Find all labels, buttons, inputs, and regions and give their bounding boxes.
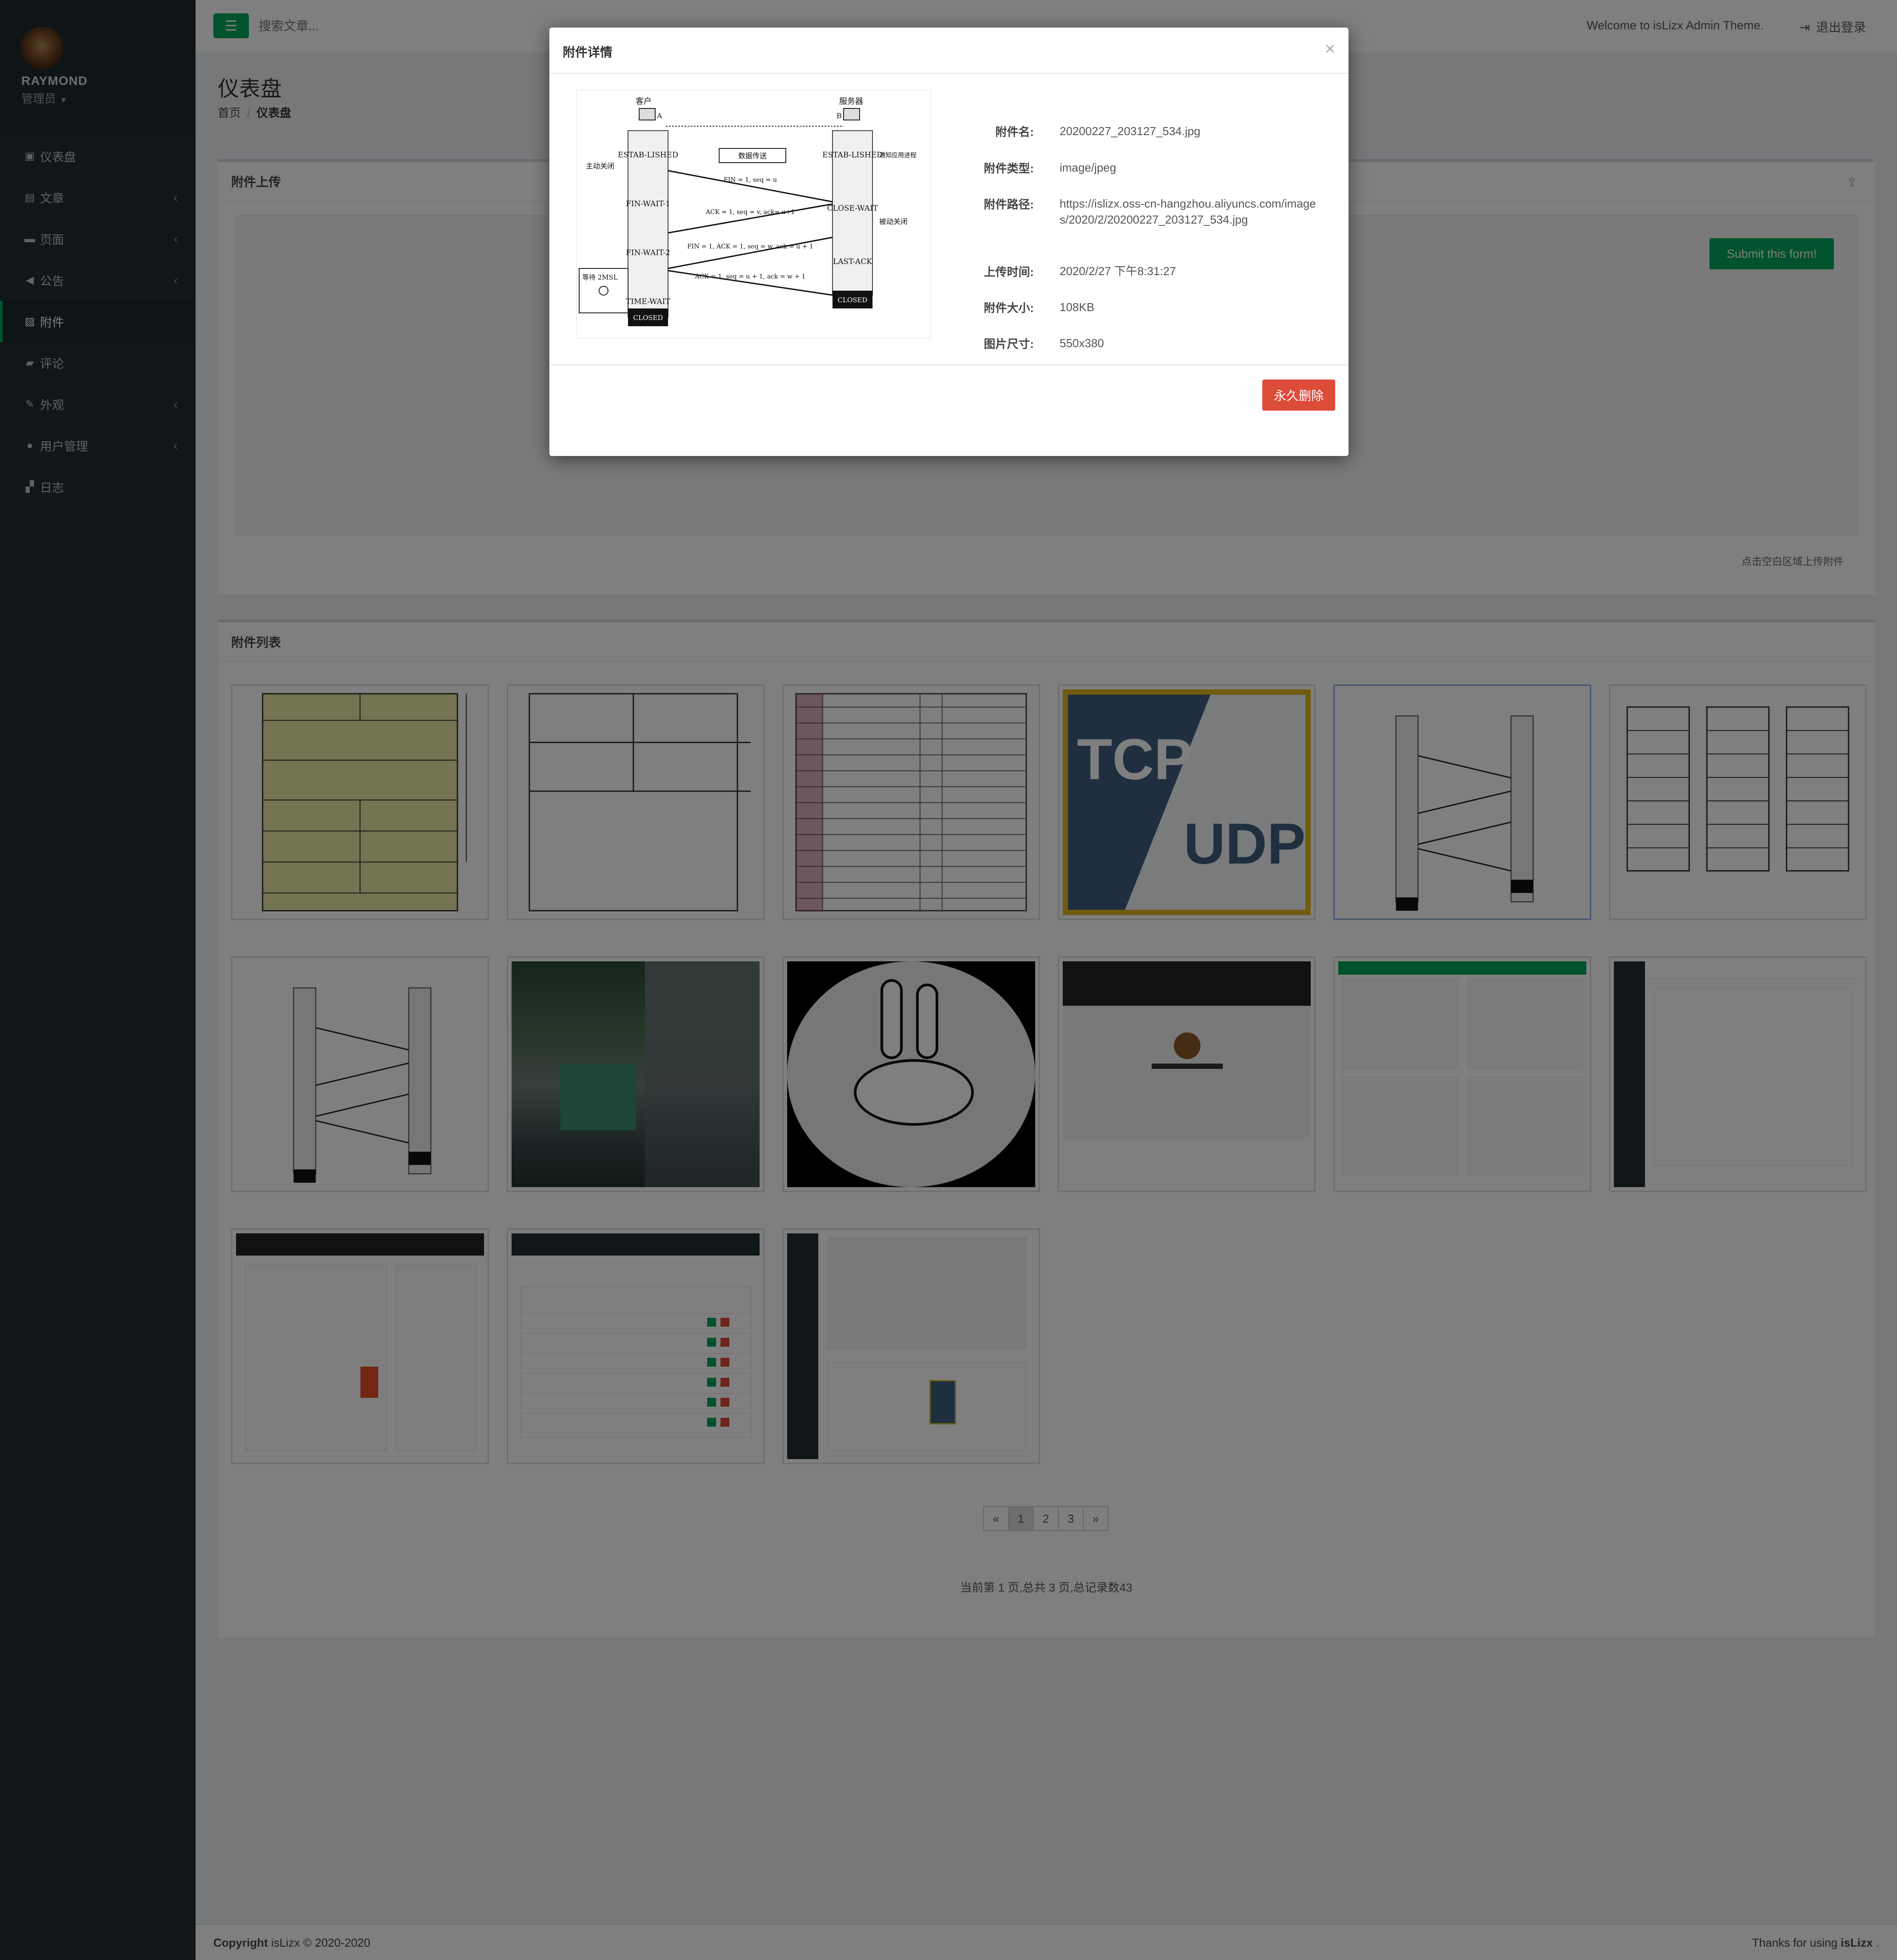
passive-close-label: 被动关闭	[879, 217, 908, 226]
message-arrow	[668, 170, 833, 203]
detail-row: 上传时间: 2020/2/27 下午8:31:27	[976, 263, 1322, 280]
server-closed-label: CLOSED	[838, 296, 868, 304]
modal-footer: 永久删除	[549, 364, 1349, 456]
detail-value: 108KB	[1060, 300, 1095, 314]
modal-header: 附件详情 ×	[549, 28, 1349, 74]
server-state: ESTAB-LISHED	[822, 151, 883, 160]
message-label: FIN = 1, ACK = 1, seq = w, ack = u + 1	[687, 243, 813, 250]
label-b: B	[836, 112, 842, 120]
server-label: 服务器	[839, 97, 863, 106]
client-computer-icon	[639, 108, 656, 120]
detail-label: 附件大小:	[984, 301, 1034, 315]
detail-row: 附件大小: 108KB	[976, 299, 1322, 316]
client-state: ESTAB-LISHED	[618, 151, 678, 160]
attachment-detail-modal: 附件详情 × 客户 服务器 A B ESTAB-LISHED FIN-WAIT-1 FIN-…	[549, 28, 1349, 456]
detail-label: 附件名:	[995, 125, 1034, 139]
server-computer-icon	[843, 108, 860, 120]
detail-value: 2020/2/27 下午8:31:27	[1060, 264, 1176, 278]
client-state: TIME-WAIT	[626, 297, 671, 306]
message-label: FIN = 1, seq = u	[724, 176, 777, 184]
server-state: LAST-ACK	[833, 257, 872, 266]
detail-row: 附件路径: https://islizx.oss-cn-hangzhou.aliy…	[976, 196, 1322, 228]
detail-row: 附件类型: image/jpeg	[976, 160, 1322, 176]
close-icon[interactable]: ×	[1325, 39, 1335, 59]
detail-label: 图片尺寸:	[984, 337, 1034, 351]
detail-row: 图片尺寸: 550x380	[976, 335, 1322, 352]
wait-label: 等待 2MSL	[582, 273, 618, 281]
detail-label: 附件路径:	[984, 198, 1034, 211]
message-label: ACK = 1, seq = v, ack= u+1	[705, 209, 795, 216]
detail-row: 附件名: 20200227_203127_534.jpg	[976, 123, 1322, 140]
detail-label: 附件类型:	[984, 162, 1034, 175]
client-label: 客户	[636, 97, 652, 106]
detail-label: 上传时间:	[984, 265, 1034, 279]
detail-value: 550x380	[1060, 336, 1104, 350]
tcp-close-diagram: 客户 服务器 A B ESTAB-LISHED FIN-WAIT-1 FIN-WAIT-2 T…	[579, 97, 916, 326]
label-a: A	[656, 112, 662, 120]
active-close-label: 主动关闭	[586, 162, 614, 170]
delete-permanently-button[interactable]: 永久删除	[1262, 380, 1335, 411]
client-closed-label: CLOSED	[633, 314, 663, 322]
message-arrow	[668, 236, 833, 269]
detail-value: 20200227_203127_534.jpg	[1060, 124, 1201, 138]
clock-icon	[599, 286, 608, 296]
attachment-preview-image: 客户 服务器 A B ESTAB-LISHED FIN-WAIT-1 FIN-WAIT-2 T…	[576, 90, 932, 339]
detail-value: https://islizx.oss-cn-hangzhou.aliyuncs.…	[1060, 197, 1316, 226]
detail-value: image/jpeg	[1060, 161, 1117, 174]
notify-label: 通知应用进程	[879, 152, 916, 159]
client-state: FIN-WAIT-2	[626, 248, 670, 257]
modal-title: 附件详情	[563, 45, 613, 59]
client-state: FIN-WAIT-1	[626, 200, 670, 208]
message-label: ACK = 1, seq = u + 1, ack = w + 1	[694, 273, 805, 280]
server-state: CLOSE-WAIT	[827, 204, 878, 213]
data-transfer-label: 数据传送	[738, 152, 767, 160]
